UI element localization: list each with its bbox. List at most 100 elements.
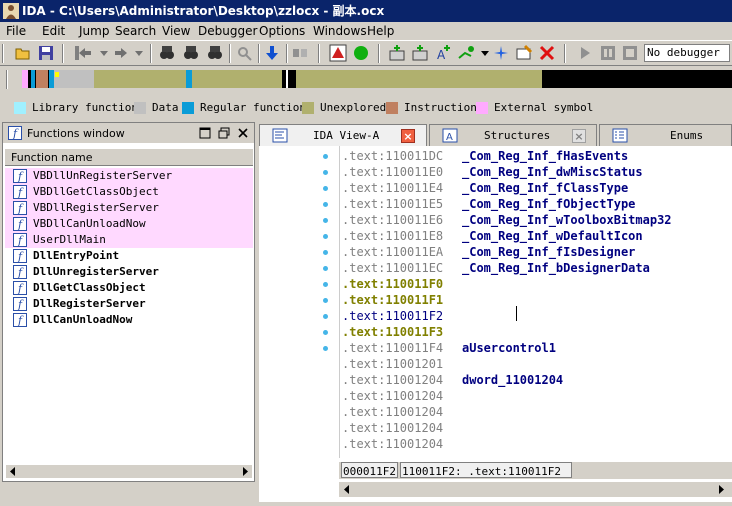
back-icon[interactable]	[76, 44, 94, 62]
scroll-right-icon[interactable]	[717, 485, 725, 494]
back-dropdown-icon[interactable]	[95, 44, 113, 62]
forward-dropdown-icon[interactable]	[130, 44, 148, 62]
line-symbol[interactable]: aUsercontrol1	[462, 340, 556, 356]
tab-ida-view-a[interactable]: IDA View-A ×	[259, 124, 427, 146]
make-data-icon[interactable]	[411, 44, 429, 62]
line-address: .text:11001204	[342, 421, 444, 435]
function-icon: f	[13, 313, 27, 327]
make-offset-icon[interactable]	[457, 44, 475, 62]
start-debug-icon[interactable]	[576, 44, 594, 62]
jump-down-icon[interactable]	[263, 44, 281, 62]
menu-bar: File Edit Jump Search View Debugger Opti…	[0, 22, 732, 40]
line-symbol[interactable]: _Com_Reg_Inf_wDefaultIcon	[462, 228, 643, 244]
tab-enums[interactable]: Enums	[599, 124, 732, 146]
navigation-band	[0, 66, 732, 92]
function-list-item[interactable]: f VBDllCanUnloadNow	[5, 216, 253, 232]
disassembly-listing[interactable]: .text:110011DC _Com_Reg_Inf_fHasEvents .te…	[339, 146, 732, 458]
line-symbol[interactable]: _Com_Reg_Inf_dwMiscStatus	[462, 164, 643, 180]
listing-horizontal-scrollbar[interactable]	[339, 481, 732, 497]
struct-offset-icon[interactable]	[492, 44, 510, 62]
make-code-icon[interactable]	[388, 44, 406, 62]
function-list-item[interactable]: f VBDllRegisterServer	[5, 200, 253, 216]
function-list-item[interactable]: f DllEntryPoint	[5, 248, 253, 264]
line-address: .text:11001204	[342, 389, 444, 403]
functions-window: f Functions window Function name f VBDllU…	[2, 122, 255, 482]
stop-icon[interactable]	[621, 44, 639, 62]
scroll-left-icon[interactable]	[9, 467, 17, 476]
legend-label-instruction: Instruction	[404, 101, 477, 114]
tab-structures[interactable]: A Structures ×	[429, 124, 597, 146]
menu-search[interactable]: Search	[115, 24, 156, 38]
line-symbol[interactable]: _Com_Reg_Inf_fIsDesigner	[462, 244, 635, 260]
toolbar-separator	[318, 44, 320, 63]
line-address: .text:110011F0	[342, 277, 444, 291]
menu-jump[interactable]: Jump	[79, 24, 109, 38]
line-address: .text:11001204	[342, 373, 444, 387]
graph-icon[interactable]	[329, 44, 347, 62]
forward-icon[interactable]	[112, 44, 130, 62]
line-address: .text:110011F4	[342, 341, 444, 355]
segment-icon[interactable]	[291, 44, 309, 62]
line-symbol[interactable]: _Com_Reg_Inf_bDesignerData	[462, 260, 650, 276]
rename-icon[interactable]	[515, 44, 533, 62]
line-symbol[interactable]: _Com_Reg_Inf_fHasEvents	[462, 148, 628, 164]
toolbar: A No debugger	[0, 40, 732, 66]
line-address: .text:110011EC	[342, 261, 444, 275]
debugger-select[interactable]: No debugger	[644, 44, 730, 62]
menu-edit[interactable]: Edit	[42, 24, 65, 38]
toolbar-grip	[2, 44, 4, 63]
functions-horizontal-scrollbar[interactable]	[5, 464, 253, 479]
legend-swatch-regular	[182, 102, 194, 114]
function-name: UserDllMain	[33, 233, 106, 246]
undefine-icon[interactable]	[538, 44, 556, 62]
menu-help[interactable]: Help	[367, 24, 394, 38]
function-list-item[interactable]: f VBDllGetClassObject	[5, 184, 253, 200]
menu-file[interactable]: File	[6, 24, 26, 38]
run-green-icon[interactable]	[352, 44, 370, 62]
open-icon[interactable]	[14, 44, 32, 62]
menu-windows[interactable]: Windows	[313, 24, 367, 38]
line-address: .text:110011E4	[342, 181, 444, 195]
function-list-item[interactable]: f DllCanUnloadNow	[5, 312, 253, 328]
menu-options[interactable]: Options	[259, 24, 305, 38]
line-marker-dot	[323, 330, 328, 335]
menu-debugger[interactable]: Debugger	[198, 24, 257, 38]
line-marker-dot	[323, 282, 328, 287]
binoculars-imm-icon[interactable]	[206, 44, 224, 62]
legend-label-library: Library function	[32, 101, 138, 114]
make-ascii-icon[interactable]: A	[434, 44, 452, 62]
binoculars-hex-icon[interactable]	[182, 44, 200, 62]
save-icon[interactable]	[37, 44, 55, 62]
tab-close-icon[interactable]: ×	[401, 129, 415, 143]
line-address: .text:110011F3	[342, 325, 444, 339]
search-icon[interactable]	[236, 44, 254, 62]
binoculars-text-icon[interactable]	[158, 44, 176, 62]
legend-label-regular: Regular function	[200, 101, 306, 114]
function-list-item[interactable]: f UserDllMain	[5, 232, 253, 248]
restore-icon[interactable]	[199, 127, 211, 139]
navigation-strip[interactable]	[22, 70, 732, 88]
line-symbol[interactable]: _Com_Reg_Inf_wToolboxBitmap32	[462, 212, 672, 228]
legend-swatch-library	[14, 102, 26, 114]
menu-view[interactable]: View	[162, 24, 190, 38]
function-list-item[interactable]: f DllUnregisterServer	[5, 264, 253, 280]
close-icon[interactable]	[237, 127, 249, 139]
toolbar-separator	[150, 44, 152, 63]
scroll-right-icon[interactable]	[241, 467, 249, 476]
toolbar-separator	[258, 44, 260, 63]
line-symbol[interactable]: _Com_Reg_Inf_fObjectType	[462, 196, 635, 212]
float-icon[interactable]	[218, 127, 230, 139]
line-symbol[interactable]: dword_11001204	[462, 372, 563, 388]
scroll-left-icon[interactable]	[343, 485, 351, 494]
line-address: .text:110011E6	[342, 213, 444, 227]
function-list-item[interactable]: f VBDllUnRegisterServer	[5, 168, 253, 184]
pause-icon[interactable]	[599, 44, 617, 62]
tab-close-icon[interactable]: ×	[572, 129, 586, 143]
function-list-item[interactable]: f DllGetClassObject	[5, 280, 253, 296]
function-name-column-header[interactable]: Function name	[5, 149, 253, 166]
line-marker-dot	[323, 250, 328, 255]
function-list-item[interactable]: f DllRegisterServer	[5, 296, 253, 312]
line-symbol[interactable]: _Com_Reg_Inf_fClassType	[462, 180, 628, 196]
toolbar-separator	[62, 44, 64, 63]
line-marker-dot	[323, 234, 328, 239]
